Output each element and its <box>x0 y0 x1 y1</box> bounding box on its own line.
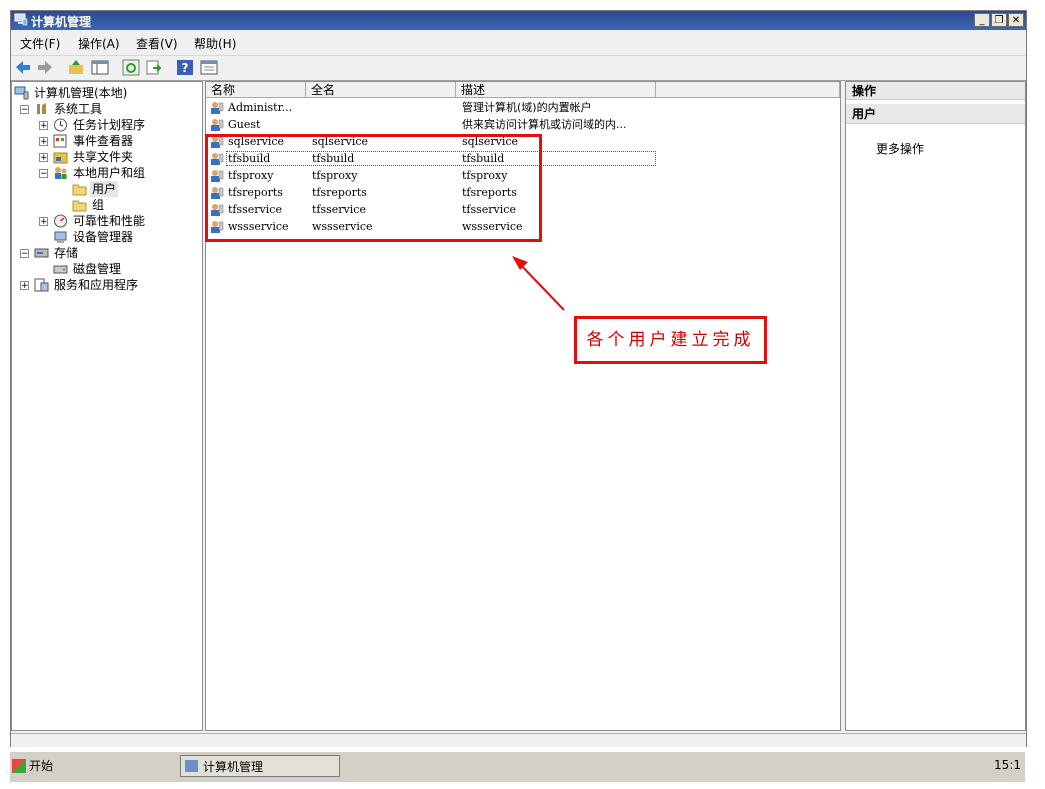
tree-label: 本地用户和组 <box>73 166 146 180</box>
tree-label: 设备管理器 <box>73 230 134 244</box>
minimize-button[interactable]: _ <box>974 13 990 27</box>
tree-label: 磁盘管理 <box>73 262 122 276</box>
user-name-cell: Guest <box>228 118 261 131</box>
svg-text:?: ? <box>182 61 189 75</box>
storage-icon <box>34 248 49 258</box>
collapse-toggle[interactable]: − <box>20 105 29 115</box>
system-tools-icon <box>37 103 46 114</box>
taskbar: 开始 计算机管理 15:1 <box>10 750 1025 782</box>
properties-icon[interactable] <box>200 59 218 76</box>
performance-icon <box>54 214 67 228</box>
taskbar-item-label: 计算机管理 <box>203 760 264 774</box>
collapse-toggle[interactable]: − <box>39 169 48 179</box>
forward-arrow-icon[interactable] <box>36 59 54 76</box>
help-icon[interactable]: ? <box>176 59 194 76</box>
user-description-cell: 管理计算机(域)的内置帐户 <box>462 101 592 114</box>
taskbar-item-computer-management[interactable]: 计算机管理 <box>180 755 340 777</box>
close-button[interactable]: ✕ <box>1008 13 1024 27</box>
tree-label: 服务和应用程序 <box>54 278 139 292</box>
up-folder-icon[interactable] <box>67 59 85 76</box>
toolbar: ? <box>11 55 1026 81</box>
tree-label: 共享文件夹 <box>73 150 134 164</box>
shared-folder-icon <box>53 152 68 164</box>
expand-toggle[interactable]: + <box>39 137 48 147</box>
annotation-arrow-icon <box>512 256 565 311</box>
column-header-description[interactable]: 描述 <box>456 82 656 98</box>
disk-icon <box>53 265 68 274</box>
computer-management-icon <box>14 86 29 100</box>
folder-icon <box>72 200 87 212</box>
expand-toggle[interactable]: + <box>39 153 48 163</box>
actions-pane: 操作 用户 更多操作 <box>845 81 1026 731</box>
user-description-cell: 供来宾访问计算机或访问域的内... <box>462 118 627 131</box>
show-hide-tree-icon[interactable] <box>91 59 109 76</box>
computer-management-window: 计算机管理 _ ❐ ✕ 文件(F) 操作(A) 查看(V) 帮助(H) ? 计算… <box>10 10 1027 747</box>
export-list-icon[interactable] <box>145 59 163 76</box>
restore-button[interactable]: ❐ <box>991 13 1007 27</box>
tree-label: 任务计划程序 <box>73 118 146 132</box>
tree-label: 可靠性和性能 <box>73 214 146 228</box>
users-groups-icon <box>55 167 67 179</box>
computer-management-icon <box>14 13 28 26</box>
clock-icon <box>54 118 67 132</box>
expand-toggle[interactable]: + <box>39 121 48 131</box>
user-list-row[interactable]: Guest 供来宾访问计算机或访问域的内... <box>206 117 840 133</box>
actions-header: 操作 <box>846 82 1025 100</box>
column-header-fullname[interactable]: 全名 <box>306 82 456 98</box>
status-bar <box>11 733 1026 747</box>
menu-view[interactable]: 查看(V) <box>136 35 178 52</box>
refresh-icon[interactable] <box>122 59 140 76</box>
expand-toggle[interactable]: + <box>20 281 29 291</box>
tree-label: 存储 <box>54 246 79 260</box>
column-header-name[interactable]: 名称 <box>206 82 306 98</box>
tree-label-selected: 用户 <box>90 181 119 197</box>
tree-label: 系统工具 <box>54 102 103 116</box>
tree-label: 事件查看器 <box>73 134 134 148</box>
windows-logo-icon <box>12 759 26 773</box>
system-clock: 15:1 <box>994 758 1021 772</box>
back-arrow-icon[interactable] <box>14 59 32 76</box>
tree-label: 计算机管理(本地) <box>34 86 128 100</box>
menu-file[interactable]: 文件(F) <box>20 35 60 52</box>
user-name-cell: Administr... <box>228 101 293 114</box>
tree-label: 组 <box>92 198 105 212</box>
services-icon <box>34 278 49 292</box>
start-label: 开始 <box>29 759 54 773</box>
new-users-highlight-box <box>205 134 542 242</box>
menu-action[interactable]: 操作(A) <box>78 35 120 52</box>
device-manager-icon <box>54 231 67 243</box>
title-bar[interactable]: 计算机管理 _ ❐ ✕ <box>11 11 1026 30</box>
user-icon <box>211 119 224 131</box>
folder-icon <box>72 184 87 196</box>
user-list-row[interactable]: Administr... 管理计算机(域)的内置帐户 <box>206 100 840 116</box>
menu-help[interactable]: 帮助(H) <box>194 35 236 52</box>
console-tree-pane[interactable]: 计算机管理(本地) − 系统工具 + 任务计划程序 + 事件查看器 + 共享文件… <box>11 81 203 731</box>
collapse-toggle[interactable]: − <box>20 249 29 259</box>
computer-management-icon <box>185 760 198 772</box>
event-viewer-icon <box>53 134 67 148</box>
annotation-callout: 各个用户建立完成 <box>574 316 767 364</box>
window-title: 计算机管理 <box>31 15 92 29</box>
menu-bar: 文件(F) 操作(A) 查看(V) 帮助(H) <box>11 32 1026 52</box>
column-header-empty <box>656 82 840 98</box>
start-button[interactable]: 开始 <box>12 756 62 776</box>
more-actions-link[interactable]: 更多操作 <box>876 140 924 157</box>
user-icon <box>211 102 224 114</box>
actions-section-users[interactable]: 用户 <box>846 104 1025 124</box>
expand-toggle[interactable]: + <box>39 217 48 227</box>
